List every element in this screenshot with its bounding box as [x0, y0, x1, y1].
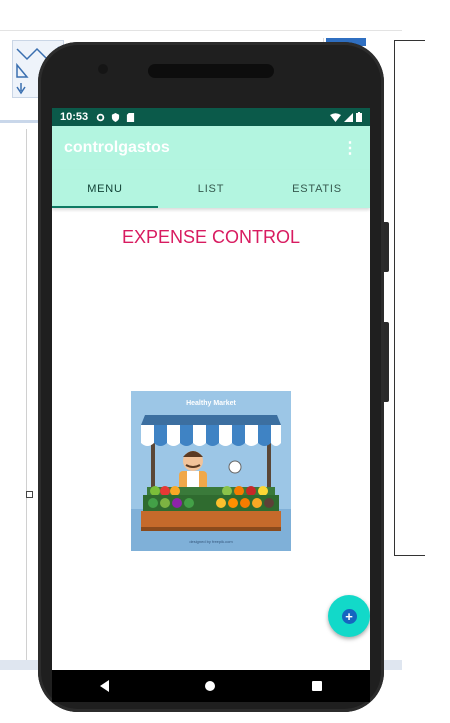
market-stall-image: Healthy Market designed by freepik.com: [131, 391, 291, 551]
wifi-icon: [330, 112, 341, 122]
volume-button: [384, 222, 389, 272]
tab-menu[interactable]: MENU: [52, 170, 158, 208]
battery-icon: [356, 112, 362, 122]
background-canvas-panel: [0, 120, 42, 673]
status-bar: 10:53: [52, 108, 370, 126]
speaker-grille: [148, 64, 274, 78]
more-vert-icon[interactable]: ⋮: [342, 138, 358, 158]
shield-icon: [112, 112, 120, 122]
page-title: EXPENSE CONTROL: [121, 227, 301, 247]
tab-list[interactable]: LIST: [158, 170, 264, 208]
power-button: [384, 322, 389, 402]
settings-icon: [96, 113, 105, 121]
banner-text: Healthy Market: [186, 400, 236, 407]
signal-icon: [344, 112, 353, 122]
add-button[interactable]: +: [328, 595, 370, 637]
app-title: controlgastos: [64, 139, 170, 156]
app-bar: controlgastos ⋮: [52, 126, 370, 170]
image-credit: designed by freepik.com: [189, 539, 233, 544]
recents-icon[interactable]: [311, 681, 322, 691]
front-camera: [98, 64, 108, 74]
app-screen: 10:53 controlgastos ⋮ MENU LIST ESTATIS …: [52, 108, 370, 670]
system-nav-bar: [52, 670, 370, 702]
tab-estatis[interactable]: ESTATIS: [264, 170, 370, 208]
market-illustration: Healthy Market designed by freepik.com: [131, 391, 291, 551]
add-icon: +: [341, 608, 357, 624]
sd-card-icon: [127, 112, 135, 122]
phone-frame: 10:53 controlgastos ⋮ MENU LIST ESTATIS …: [38, 42, 389, 712]
tab-bar: MENU LIST ESTATIS: [52, 170, 370, 208]
resize-handle[interactable]: [26, 491, 33, 498]
back-icon[interactable]: [100, 680, 110, 692]
canvas-edge: [26, 129, 27, 669]
panel-frame: [394, 40, 425, 556]
status-right-icons: [330, 112, 362, 122]
status-time: 10:53: [60, 111, 89, 123]
home-icon[interactable]: [205, 681, 216, 691]
